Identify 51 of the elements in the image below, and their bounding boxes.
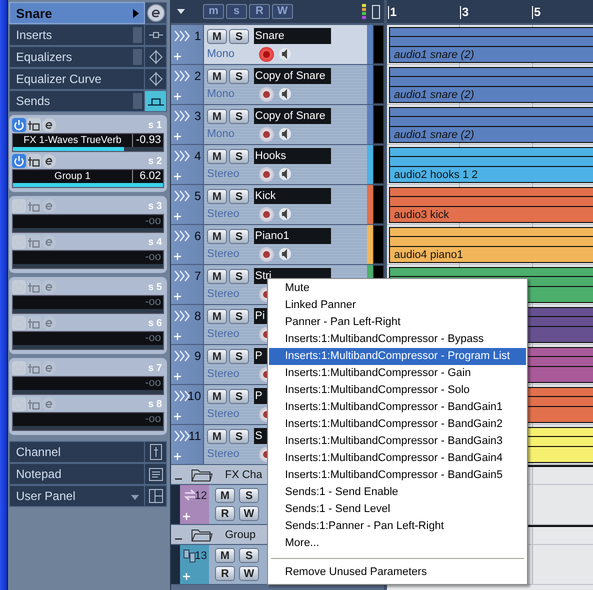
folder-name: FX Cha (225, 468, 262, 480)
track-number: 4 (194, 149, 201, 163)
send-number: s 6 (148, 318, 163, 328)
track-number: 11 (188, 429, 201, 443)
track-number: 6 (194, 229, 201, 243)
send-value: -oo (144, 251, 162, 264)
send-value: 6.02 (138, 170, 162, 183)
bar-number: 5 (532, 6, 541, 19)
send-value: -oo (144, 296, 162, 309)
track-number: 2 (194, 69, 201, 83)
track-number: 8 (194, 309, 201, 323)
track-number: 10 (188, 389, 201, 403)
track-number: 5 (194, 189, 201, 203)
channel-format: Mono (207, 88, 236, 100)
send-value: -oo (144, 413, 162, 426)
channel-format: Stereo (207, 208, 240, 220)
channel-format: Stereo (207, 248, 240, 260)
channel-format: Stereo (207, 328, 240, 340)
send-number: s 1 (148, 120, 163, 130)
send-value: -0.93 (134, 134, 162, 147)
send-number: s 8 (148, 398, 163, 410)
event-label: audio1 snare (2) (394, 89, 474, 101)
channel-format: Stereo (207, 368, 240, 380)
send-value: -oo (144, 215, 162, 228)
channel-format: Stereo (207, 448, 240, 460)
send-number: s 2 (148, 156, 163, 166)
track-number: 12 (194, 490, 207, 502)
event-label: audio1 snare (2) (394, 129, 474, 141)
event-label: audio1 snare (2) (394, 49, 474, 61)
channel-format: Mono (207, 128, 236, 140)
channel-format: Stereo (207, 408, 240, 420)
send-number: s 3 (148, 200, 163, 212)
bar-number: 1 (388, 6, 397, 19)
bar-number: 3 (460, 6, 469, 19)
send-number: s 4 (148, 236, 163, 248)
folder-name: Group (225, 528, 256, 540)
channel-format: Stereo (207, 288, 240, 300)
track-number: 13 (194, 550, 207, 562)
send-value: -oo (144, 332, 162, 345)
track-number: 7 (194, 269, 201, 283)
event-label: audio3 kick (394, 209, 450, 221)
event-label: audio4 piano1 (394, 249, 464, 261)
send-value: -oo (144, 377, 162, 390)
send-number: s 5 (148, 282, 163, 292)
channel-format: Stereo (207, 168, 240, 180)
channel-format: Mono (207, 48, 236, 60)
send-number: s 7 (148, 362, 163, 374)
track-number: 9 (194, 349, 201, 363)
event-label: audio2 hooks 1 2 (394, 169, 478, 181)
track-number: 3 (194, 109, 201, 123)
track-number: 1 (194, 29, 201, 43)
